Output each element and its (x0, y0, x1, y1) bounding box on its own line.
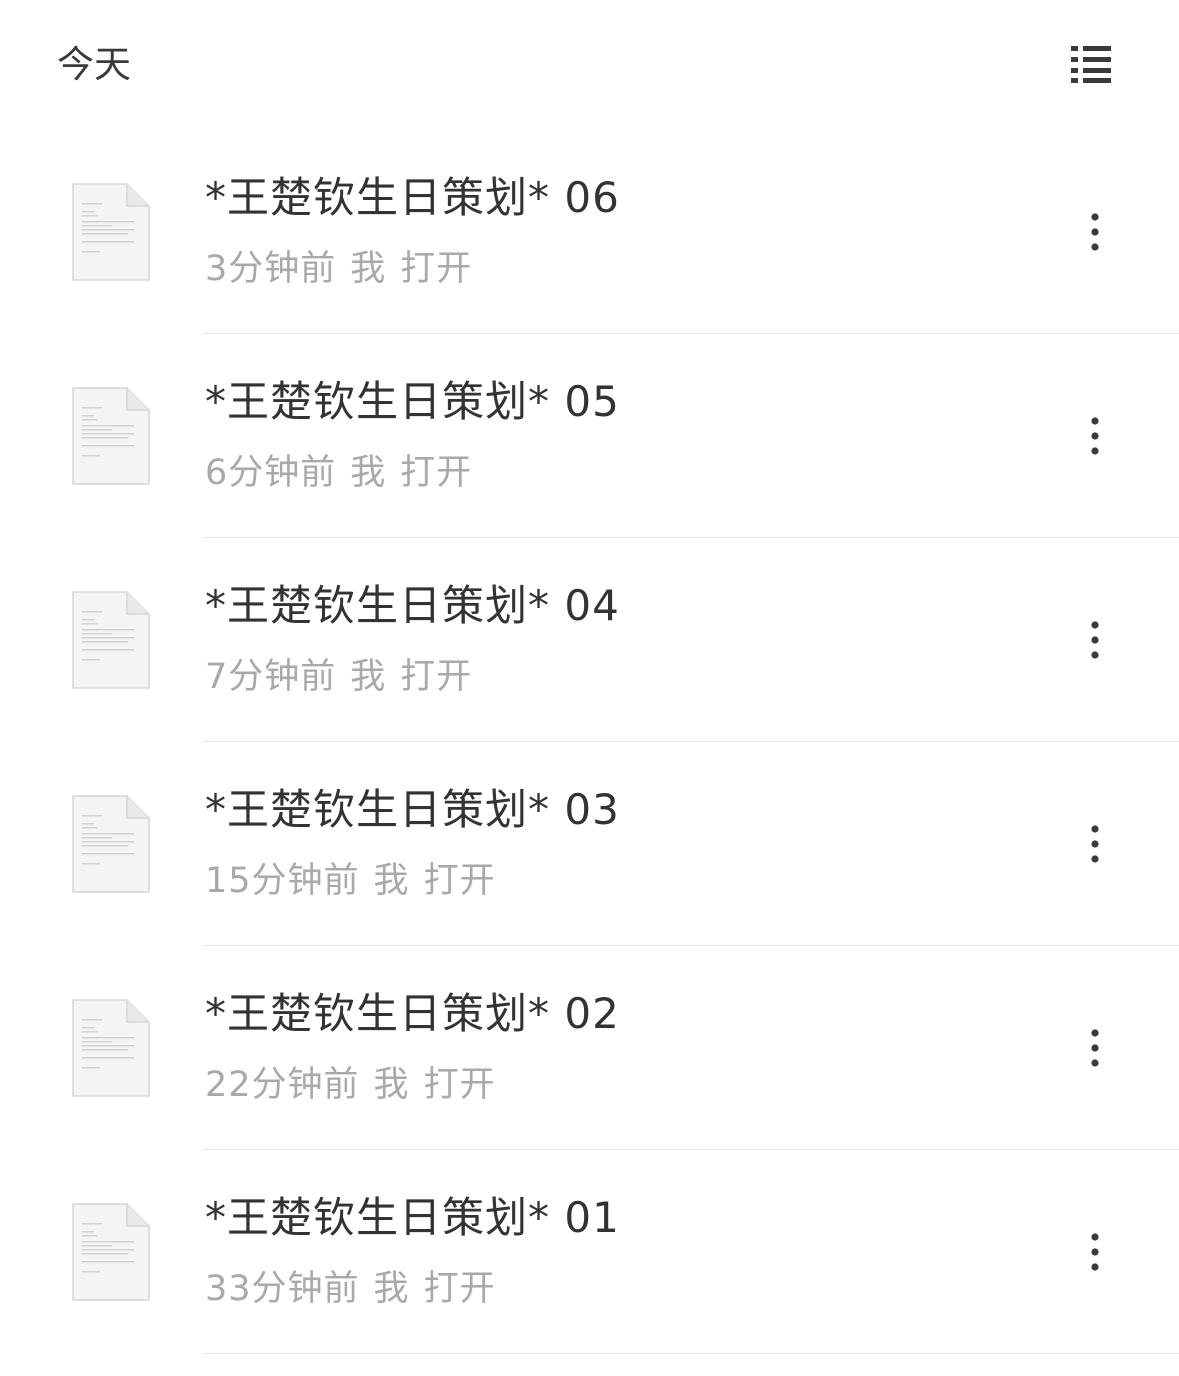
file-time: 6分钟前 (205, 453, 337, 493)
document-icon (70, 1201, 152, 1303)
divider (204, 1353, 1179, 1354)
list-item[interactable]: *王楚钦生日策划* 03 15分钟前我打开 (0, 742, 1179, 946)
file-owner: 我 (373, 1065, 410, 1105)
file-action: 打开 (400, 249, 473, 289)
file-owner: 我 (350, 453, 387, 493)
list-item[interactable]: *王楚钦生日策划* 01 33分钟前我打开 (0, 1150, 1179, 1354)
list-item[interactable]: *王楚钦生日策划* 06 3分钟前我打开 (0, 130, 1179, 334)
document-icon (70, 385, 152, 487)
file-meta: 3分钟前我打开 (205, 246, 472, 292)
document-icon (70, 793, 152, 895)
list-view-icon[interactable] (1068, 44, 1114, 84)
file-name[interactable]: *王楚钦生日策划* 05 (205, 374, 620, 430)
file-time: 7分钟前 (205, 657, 337, 697)
file-time: 33分钟前 (205, 1269, 360, 1309)
file-name[interactable]: *王楚钦生日策划* 01 (205, 1190, 620, 1246)
file-action: 打开 (423, 861, 496, 901)
more-vertical-icon[interactable] (1074, 1228, 1116, 1276)
list-item[interactable]: *王楚钦生日策划* 04 7分钟前我打开 (0, 538, 1179, 742)
file-meta: 6分钟前我打开 (205, 450, 472, 496)
list-item[interactable]: *王楚钦生日策划* 05 6分钟前我打开 (0, 334, 1179, 538)
file-list: *王楚钦生日策划* 06 3分钟前我打开 *王楚钦生日策划* 05 6分钟前 我… (0, 130, 1179, 1354)
file-name[interactable]: *王楚钦生日策划* 04 (205, 578, 620, 634)
document-icon (70, 589, 152, 691)
document-icon (70, 997, 152, 1099)
more-vertical-icon[interactable] (1074, 1024, 1116, 1072)
file-owner: 我 (373, 861, 410, 901)
list-item[interactable]: *王楚钦生日策划* 02 22分钟前我打开 (0, 946, 1179, 1150)
file-owner: 我 (350, 657, 387, 697)
file-meta: 7分钟前我打开 (205, 654, 472, 700)
file-action: 打开 (400, 657, 473, 697)
file-time: 3分钟前 (205, 249, 337, 289)
file-owner: 我 (350, 249, 387, 289)
file-name[interactable]: *王楚钦生日策划* 03 (205, 782, 620, 838)
file-meta: 33分钟前我打开 (205, 1266, 496, 1312)
file-meta: 22分钟前我打开 (205, 1062, 496, 1108)
more-vertical-icon[interactable] (1074, 208, 1116, 256)
more-vertical-icon[interactable] (1074, 820, 1116, 868)
document-icon (70, 181, 152, 283)
file-meta: 15分钟前我打开 (205, 858, 496, 904)
section-title-today: 今天 (57, 43, 131, 86)
file-owner: 我 (373, 1269, 410, 1309)
file-name[interactable]: *王楚钦生日策划* 06 (205, 170, 620, 226)
header: 今天 (0, 0, 1179, 130)
more-vertical-icon[interactable] (1074, 616, 1116, 664)
file-action: 打开 (423, 1065, 496, 1105)
file-time: 15分钟前 (205, 861, 360, 901)
file-name[interactable]: *王楚钦生日策划* 02 (205, 986, 620, 1042)
more-vertical-icon[interactable] (1074, 412, 1116, 460)
file-time: 22分钟前 (205, 1065, 360, 1105)
file-action: 打开 (400, 453, 473, 493)
file-action: 打开 (423, 1269, 496, 1309)
